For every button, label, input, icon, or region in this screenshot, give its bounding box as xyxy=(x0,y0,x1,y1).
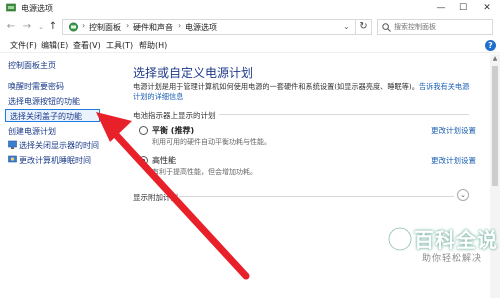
watermark-logo-icon xyxy=(388,227,412,251)
sidebar-item-sleep-time[interactable]: 更改计算机睡眠时间 xyxy=(8,155,91,166)
search-icon xyxy=(382,23,391,32)
breadcrumb-separator-icon: › xyxy=(82,21,86,30)
maximize-icon[interactable]: ☐ xyxy=(452,0,474,17)
section-divider xyxy=(219,114,469,115)
breadcrumb-separator-icon: › xyxy=(178,21,182,30)
plan-name: 高性能 xyxy=(152,156,176,165)
breadcrumb-power-options[interactable]: 电源选项 xyxy=(185,22,217,33)
plan-name: 平衡 (推荐) xyxy=(152,126,195,135)
watermark: 百科全说 助你轻松解决 xyxy=(386,224,498,274)
scroll-thumb[interactable] xyxy=(492,66,498,186)
sidebar: 控制面板主页 唤醒时需要密码 选择电源按钮的功能 选择关闭盖子的功能 创建电源计… xyxy=(0,54,121,298)
breadcrumb-control-panel[interactable]: 控制面板 xyxy=(89,22,121,33)
breadcrumb-separator-icon: › xyxy=(126,21,130,30)
show-additional-plans-label: 显示附加计划 xyxy=(133,193,178,202)
forward-arrow-icon[interactable]: → xyxy=(20,20,34,34)
expand-chevron-icon[interactable]: ⌄ xyxy=(457,189,469,201)
sidebar-item-require-password[interactable]: 唤醒时需要密码 xyxy=(8,81,64,92)
section-title: 电池指示器上显示的计划 xyxy=(133,111,216,120)
plan-description: 有利于提高性能，但会增加功耗。 xyxy=(152,168,257,176)
help-icon[interactable]: ? xyxy=(485,40,496,51)
plan-radio-high-performance[interactable] xyxy=(139,156,148,165)
address-row: ← → ⌄ ↑ › 控制面板 › 硬件和声音 › 电源选项 ⌄ ↻ xyxy=(0,17,500,38)
window-title: 电源选项 xyxy=(21,4,53,13)
scroll-up-icon[interactable]: ▲ xyxy=(490,54,500,64)
up-arrow-icon[interactable]: ↑ xyxy=(46,20,60,34)
monitor-icon xyxy=(8,140,17,149)
close-icon[interactable]: ✕ xyxy=(476,0,498,17)
minimize-icon[interactable]: — xyxy=(430,0,452,17)
power-options-window: 电源选项 — ☐ ✕ ← → ⌄ ↑ › 控制面板 › 硬件和声音 › 电源选项… xyxy=(0,0,500,298)
address-bar[interactable]: › 控制面板 › 硬件和声音 › 电源选项 ⌄ xyxy=(62,19,356,35)
control-panel-icon xyxy=(69,22,78,32)
sidebar-item-close-lid[interactable]: 选择关闭盖子的功能 xyxy=(10,111,82,122)
moon-icon xyxy=(8,155,17,163)
menu-bar: 文件(F) 编辑(E) 查看(V) 工具(T) 帮助(H) ? xyxy=(0,38,500,53)
title-bar: 电源选项 — ☐ ✕ xyxy=(0,0,500,17)
watermark-subtitle: 助你轻松解决 xyxy=(422,254,483,264)
sidebar-item-power-button[interactable]: 选择电源按钮的功能 xyxy=(8,96,80,107)
page-description: 电源计划是用于管理计算机如何使用电源的一套硬件和系统设置(如显示器亮度、睡眠等)… xyxy=(133,82,473,102)
menu-tools[interactable]: 工具(T) xyxy=(106,40,133,51)
address-dropdown-icon[interactable]: ⌄ xyxy=(343,22,350,31)
search-box[interactable] xyxy=(377,19,493,35)
menu-edit[interactable]: 编辑(E) xyxy=(41,40,68,51)
power-options-app-icon xyxy=(6,3,16,12)
search-input[interactable] xyxy=(394,21,492,33)
section-divider xyxy=(179,196,454,197)
back-arrow-icon[interactable]: ← xyxy=(4,20,18,34)
plan-description: 利用可用的硬件自动平衡功耗与性能。 xyxy=(152,138,271,146)
menu-help[interactable]: 帮助(H) xyxy=(139,40,167,51)
sidebar-item-label: 选择关闭显示器的时间 xyxy=(19,141,99,150)
sidebar-item-display-off[interactable]: 选择关闭显示器的时间 xyxy=(8,140,99,151)
menu-view[interactable]: 查看(V) xyxy=(73,40,101,51)
description-text: 电源计划是用于管理计算机如何使用电源的一套硬件和系统设置(如显示器亮度、睡眠等)… xyxy=(133,82,419,91)
sidebar-item-label: 更改计算机睡眠时间 xyxy=(19,156,91,165)
sidebar-item-control-panel-home[interactable]: 控制面板主页 xyxy=(8,60,56,71)
page-title: 选择或自定义电源计划 xyxy=(133,66,254,80)
watermark-title: 百科全说 xyxy=(414,228,498,252)
menu-file[interactable]: 文件(F) xyxy=(10,40,37,51)
refresh-icon[interactable]: ↻ xyxy=(356,19,372,35)
breadcrumb-hardware-sound[interactable]: 硬件和声音 xyxy=(133,22,173,33)
plan-radio-balanced[interactable] xyxy=(139,126,148,135)
sidebar-item-create-plan[interactable]: 创建电源计划 xyxy=(8,126,56,137)
change-plan-settings-link[interactable]: 更改计划设置 xyxy=(431,125,476,136)
change-plan-settings-link[interactable]: 更改计划设置 xyxy=(431,155,476,166)
